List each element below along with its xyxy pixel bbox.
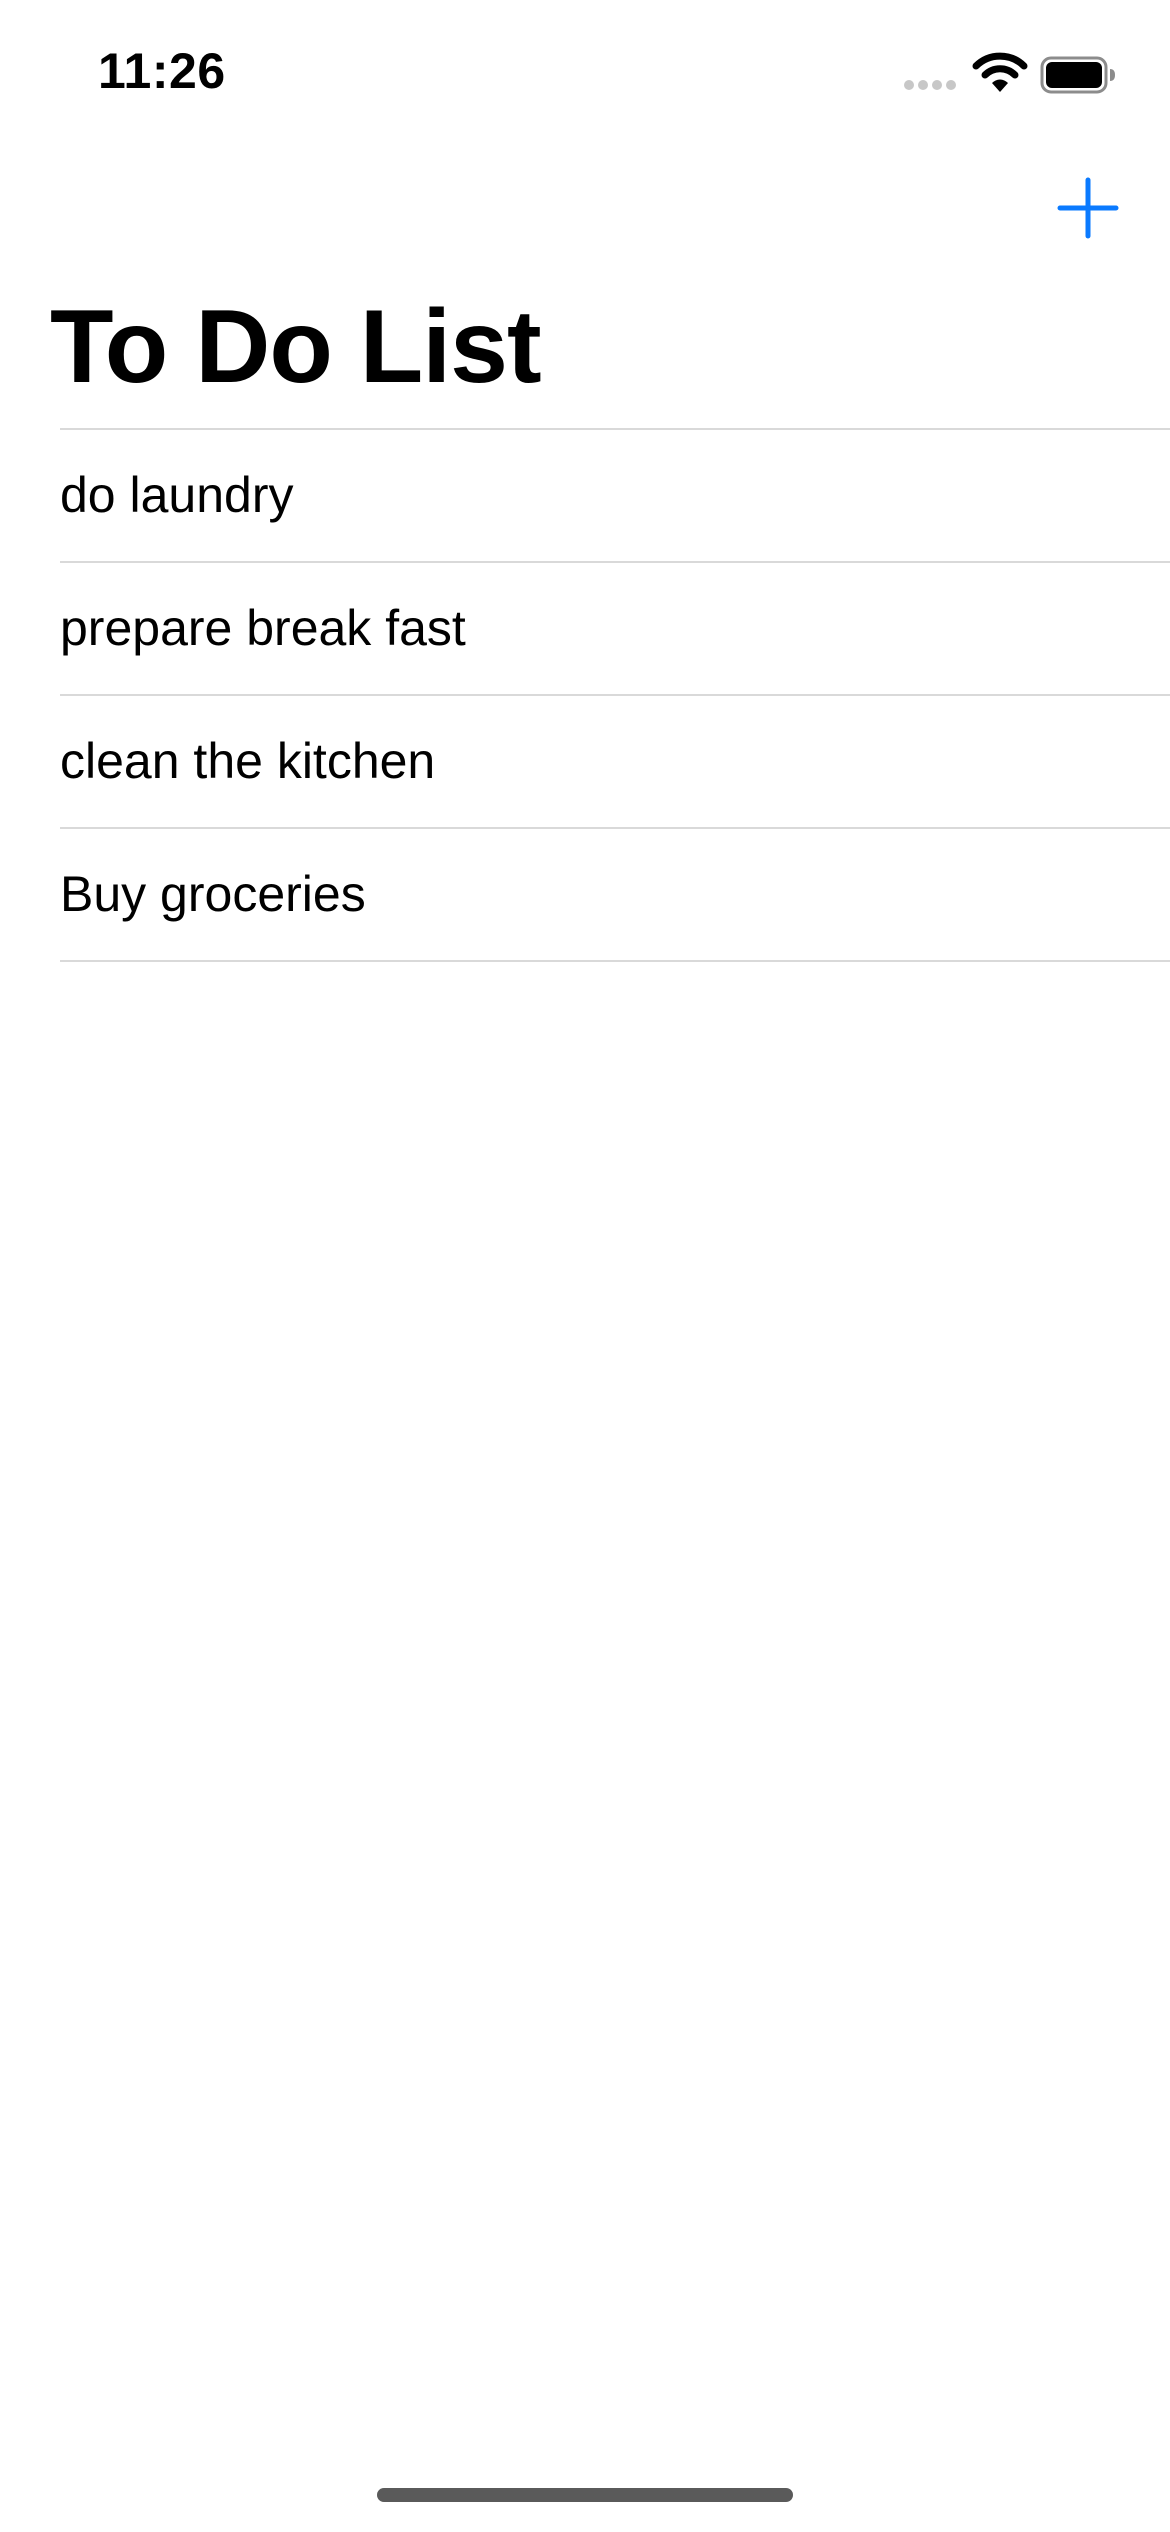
list-item-label: do laundry xyxy=(60,467,294,523)
page-title: To Do List xyxy=(50,289,542,405)
list-item-label: Buy groceries xyxy=(60,866,366,922)
plus-icon xyxy=(1057,177,1119,239)
list-item[interactable]: Buy groceries xyxy=(60,827,1170,962)
list-item[interactable]: prepare break fast xyxy=(60,561,1170,694)
todo-list: do laundry prepare break fast clean the … xyxy=(0,428,1170,962)
wifi-icon xyxy=(972,52,1028,92)
status-bar: 11:26 xyxy=(0,0,1170,140)
status-time: 11:26 xyxy=(98,43,226,99)
list-item[interactable]: clean the kitchen xyxy=(60,694,1170,827)
battery-icon xyxy=(1040,56,1115,94)
list-item-label: prepare break fast xyxy=(60,600,466,656)
list-item[interactable]: do laundry xyxy=(60,428,1170,561)
signal-icon xyxy=(904,80,960,92)
home-indicator[interactable] xyxy=(377,2488,793,2502)
add-button[interactable] xyxy=(1056,176,1120,240)
list-item-label: clean the kitchen xyxy=(60,733,436,789)
